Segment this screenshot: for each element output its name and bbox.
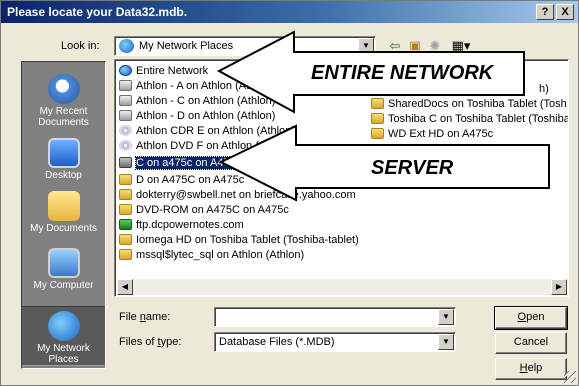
list-item[interactable]: Athlon - C on Athlon (Athlon): [119, 94, 275, 109]
close-title-button[interactable]: X: [556, 4, 574, 20]
place-label: My Computer: [33, 280, 94, 291]
place-label: My Recent Documents: [38, 106, 89, 128]
list-item[interactable]: h): [539, 82, 549, 97]
list-item[interactable]: WD Ext HD on A475c: [371, 127, 493, 142]
list-item[interactable]: SharedDocs on Toshiba Tablet (Tosh: [371, 97, 567, 112]
horizontal-scrollbar[interactable]: ◀ ▶: [117, 279, 567, 295]
title-bar: Please locate your Data32.mdb. ? X: [1, 1, 578, 23]
network-drive-icon: [119, 110, 132, 121]
shared-folder-icon: [119, 249, 132, 260]
lookin-dropdown[interactable]: My Network Places ▼: [114, 36, 376, 56]
list-item[interactable]: Toshiba C on Toshiba Tablet (Toshiba: [371, 112, 568, 127]
list-item[interactable]: D on A475C on A475c: [119, 173, 244, 188]
resize-grip[interactable]: [564, 371, 576, 383]
list-item[interactable]: mssql$lytec_sql on Athlon (Athlon): [119, 248, 304, 263]
place-label: Desktop: [45, 170, 82, 181]
shared-folder-icon: [119, 189, 132, 200]
my-documents-icon: [47, 191, 80, 221]
list-item[interactable]: Iomega HD on Toshiba Tablet (Toshiba-tab…: [119, 233, 359, 248]
shared-folder-icon: [119, 174, 132, 185]
place-my-recent-documents[interactable]: My Recent Documents: [22, 70, 105, 130]
place-label: My Network Places: [37, 343, 90, 365]
filename-input[interactable]: ▼: [214, 307, 456, 327]
file-list[interactable]: Entire Network Athlon - A on Athlon (Ath…: [114, 59, 569, 297]
window-title: Please locate your Data32.mdb.: [7, 5, 188, 19]
network-places-icon: [119, 39, 134, 53]
list-item[interactable]: Athlon DVD F on Athlon (Athlon): [119, 139, 294, 154]
network-places-icon: [47, 311, 80, 341]
shared-folder-icon: [371, 113, 384, 124]
my-computer-icon: [47, 248, 80, 278]
list-item[interactable]: dokterry@swbell.net on briefcase.yahoo.c…: [119, 188, 356, 203]
list-item[interactable]: DVD-ROM on A475C on A475c: [119, 203, 289, 218]
shared-folder-icon: [119, 204, 132, 215]
new-folder-icon[interactable]: ✺: [425, 37, 445, 55]
cancel-button[interactable]: Cancel: [495, 332, 567, 354]
server-callout-label: SERVER: [371, 157, 454, 179]
places-bar: My Recent Documents Desktop My Documents…: [21, 61, 106, 369]
network-drive-icon: [119, 95, 132, 106]
scroll-right-button[interactable]: ▶: [551, 279, 567, 295]
server-share-icon: [119, 157, 132, 168]
place-label: My Documents: [30, 223, 97, 234]
file-open-dialog: Please locate your Data32.mdb. ? X Look …: [0, 0, 579, 386]
scroll-left-button[interactable]: ◀: [117, 279, 133, 295]
entire-network-callout-label: ENTIRE NETWORK: [311, 62, 494, 84]
lookin-value: My Network Places: [139, 40, 234, 52]
shared-folder-icon: [371, 98, 384, 109]
list-item[interactable]: Athlon - D on Athlon (Athlon): [119, 109, 275, 124]
recent-documents-icon: [47, 74, 80, 104]
back-arrow-icon[interactable]: ⇦: [385, 37, 405, 55]
chevron-down-icon[interactable]: ▼: [438, 309, 454, 325]
open-button[interactable]: Open: [494, 306, 568, 330]
up-folder-icon[interactable]: ▣: [405, 37, 425, 55]
chevron-down-icon[interactable]: ▼: [358, 38, 374, 54]
dvd-drive-icon: [119, 140, 132, 151]
shared-folder-icon: [119, 234, 132, 245]
list-item[interactable]: ftp.dcpowernotes.com: [119, 218, 244, 233]
lookin-label: Look in:: [61, 40, 100, 52]
views-menu-icon[interactable]: ▦▾: [447, 37, 475, 55]
chevron-down-icon[interactable]: ▼: [438, 334, 454, 350]
list-item[interactable]: Entire Network: [119, 64, 208, 79]
place-my-documents[interactable]: My Documents: [22, 187, 105, 247]
desktop-icon: [47, 138, 80, 168]
help-title-button[interactable]: ?: [536, 4, 554, 20]
place-my-network-places[interactable]: My Network Places: [22, 306, 105, 366]
network-icon: [119, 65, 132, 76]
shared-folder-icon: [371, 128, 384, 139]
list-item[interactable]: Athlon - A on Athlon (Athlon): [119, 79, 274, 94]
filetype-label: Files of type:: [119, 336, 182, 348]
cd-drive-icon: [119, 125, 132, 136]
filename-label: File name:: [119, 311, 171, 323]
help-button[interactable]: Help: [495, 358, 567, 380]
ftp-site-icon: [119, 219, 132, 230]
place-desktop[interactable]: Desktop: [22, 134, 105, 194]
filetype-dropdown[interactable]: Database Files (*.MDB) ▼: [214, 332, 456, 352]
place-my-computer[interactable]: My Computer: [22, 244, 105, 304]
network-drive-icon: [119, 80, 132, 91]
list-item[interactable]: Athlon CDR E on Athlon (Athlon): [119, 124, 295, 139]
list-item-selected[interactable]: C on a475c on A475c: [119, 156, 243, 171]
